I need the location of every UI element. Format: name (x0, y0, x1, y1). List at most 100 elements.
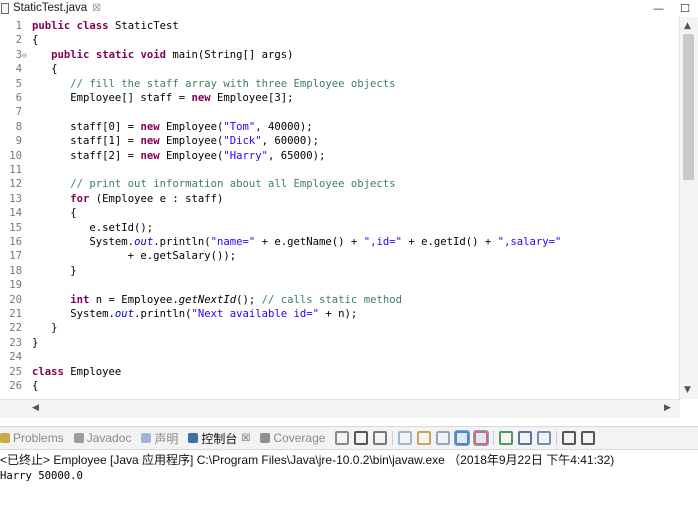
code-line[interactable]: 11 (0, 163, 32, 177)
toolbar-separator (493, 431, 495, 445)
panel-tab-problems[interactable]: Problems (0, 431, 64, 445)
panel-tab-javadoc[interactable]: Javadoc (73, 431, 131, 445)
maximize-icon[interactable] (581, 431, 596, 445)
code-text: Employee[] staff = new Employee[3]; (31, 91, 294, 105)
code-text: staff[1] = new Employee("Dick", 60000); (31, 134, 319, 148)
token: n = Employee. (89, 293, 179, 306)
code-text: } (31, 321, 57, 335)
terminate-icon[interactable] (335, 431, 350, 445)
minimize-icon[interactable] (562, 431, 577, 445)
token: , 60000); (261, 135, 320, 148)
editor-tab-bar: StaticTest.java ☒ — ☐ (0, 0, 698, 16)
token-kw: new (140, 135, 160, 148)
token-kw: for (70, 192, 90, 205)
token-kw: new (140, 120, 160, 133)
vertical-scrollbar[interactable]: ▲ ▼ (679, 17, 698, 399)
code-line[interactable]: 3⊖ public static void main(String[] args… (0, 48, 294, 62)
token-str: ",id=" (363, 236, 402, 248)
line-number: 4 (15, 63, 22, 76)
token: StaticTest (108, 20, 179, 32)
code-line[interactable]: 4 { (0, 62, 58, 76)
editor-tab-statictest[interactable]: StaticTest.java ☒ (0, 0, 101, 16)
code-line[interactable]: 19 (0, 278, 32, 292)
code-line[interactable]: 26 { (0, 379, 38, 393)
token-cm: // fill the staff array with three Emplo… (70, 77, 396, 90)
pin-console-icon[interactable] (499, 431, 514, 445)
remove-all-terminated-icon[interactable] (373, 431, 388, 445)
line-number: 22 (9, 322, 22, 335)
code-line[interactable]: 5 // fill the staff array with three Emp… (0, 77, 396, 91)
code-line[interactable]: 15 e.setId(); (0, 221, 153, 235)
code-line[interactable]: 6 Employee[] staff = new Employee[3]; (0, 91, 294, 105)
token: .println( (153, 236, 211, 248)
panel-tab-declaration[interactable]: 声明 (141, 430, 178, 447)
code-line[interactable]: 20 int n = Employee.getNextId(); // call… (0, 293, 402, 307)
scroll-thumb[interactable] (683, 34, 694, 180)
code-line[interactable]: 10 staff[2] = new Employee("Harry", 6500… (0, 149, 325, 163)
code-line[interactable]: 22 } (0, 321, 57, 335)
scroll-up-icon[interactable]: ▲ (684, 21, 691, 31)
code-line[interactable]: 16 System.out.println("name=" + e.getNam… (0, 235, 561, 249)
code-line[interactable]: 9 staff[1] = new Employee("Dick", 60000)… (0, 134, 319, 148)
scroll-lock-icon[interactable] (417, 431, 432, 445)
minimize-editor-icon[interactable]: — (653, 2, 664, 15)
code-line[interactable]: 25 class Employee (0, 365, 121, 379)
token: + e.getSalary()); (32, 250, 237, 263)
display-console-icon[interactable] (518, 431, 533, 445)
code-line[interactable]: 24 (0, 350, 32, 364)
code-text: int n = Employee.getNextId(); // calls s… (31, 293, 402, 307)
code-text: public class StaticTest (31, 19, 179, 33)
remove-launch-icon[interactable] (354, 431, 369, 445)
token: e.setId(); (32, 221, 154, 234)
show-on-error-icon[interactable] (473, 430, 490, 446)
editor-window-controls: — ☐ (653, 0, 690, 16)
scroll-down-icon[interactable]: ▼ (684, 385, 691, 395)
token-fld: out (114, 308, 135, 320)
code-line[interactable]: 2{ (0, 33, 39, 47)
token: Employee( (159, 149, 224, 162)
code-text: for (Employee e : staff) (31, 192, 223, 206)
code-line[interactable]: 21 System.out.println("Next available id… (0, 307, 357, 321)
line-number: 1 (15, 20, 22, 32)
token-cm: // calls static method (261, 293, 402, 306)
code-line[interactable]: 14 { (0, 206, 76, 220)
panel-tab-coverage[interactable]: Coverage (260, 431, 325, 445)
fold-toggle-icon[interactable]: ⊖ (22, 49, 31, 63)
code-line[interactable]: 1 public class StaticTest (0, 19, 179, 33)
code-line[interactable]: 18 } (0, 264, 76, 278)
word-wrap-icon[interactable] (436, 431, 451, 445)
code-line[interactable]: 13 for (Employee e : staff) (0, 192, 223, 206)
code-text: public static void main(String[] args) (31, 48, 293, 62)
token-kw: int (70, 293, 90, 306)
scroll-left-icon[interactable]: ◀ (32, 403, 39, 413)
line-number: 11 (9, 164, 22, 176)
maximize-editor-icon[interactable]: ☐ (680, 2, 690, 15)
scroll-right-icon[interactable]: ▶ (664, 403, 671, 413)
line-number: 20 (9, 293, 22, 306)
token: Employee[3]; (210, 92, 294, 104)
code-line[interactable]: 8 staff[0] = new Employee("Tom", 40000); (0, 120, 313, 134)
open-console-icon[interactable] (537, 431, 552, 445)
code-line[interactable]: 12 // print out information about all Em… (0, 177, 395, 191)
token: staff[2] = (32, 149, 141, 162)
clear-console-icon[interactable] (398, 431, 413, 445)
line-number: 13 (9, 192, 22, 205)
code-text: } (31, 264, 76, 278)
coverage-icon (260, 433, 271, 443)
code-text: } (31, 336, 38, 350)
code-line[interactable]: 17 + e.getSalary()); (0, 249, 236, 263)
horizontal-scrollbar[interactable]: ◀ ▶ (0, 399, 680, 418)
line-number: 9 (15, 135, 22, 148)
show-on-output-icon[interactable] (454, 430, 471, 446)
panel-tab-console[interactable]: 控制台 ☒ (188, 430, 250, 447)
code-line[interactable]: 23} (0, 336, 38, 350)
code-text: class Employee (31, 365, 121, 379)
token-smeth: getNextId (178, 293, 237, 306)
line-number: 14 (9, 207, 22, 220)
token: { (32, 34, 39, 47)
code-line[interactable]: 7 (0, 105, 32, 119)
token-str: "Dick" (223, 135, 262, 148)
code-editor[interactable]: 1 public class StaticTest 2{3⊖ public stat… (0, 17, 678, 399)
close-tab-icon[interactable]: ☒ (92, 3, 101, 14)
close-console-tab-icon[interactable]: ☒ (241, 433, 250, 444)
